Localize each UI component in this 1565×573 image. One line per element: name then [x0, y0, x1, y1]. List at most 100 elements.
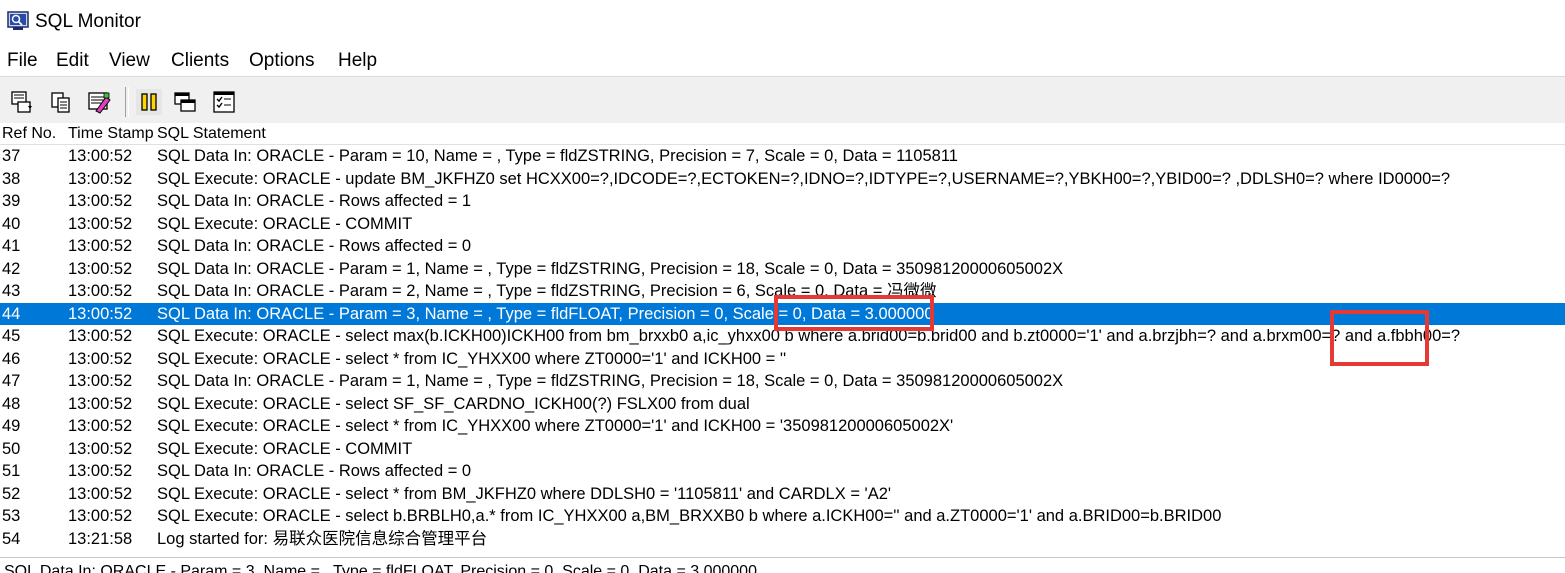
- menu-clients[interactable]: Clients: [171, 50, 229, 72]
- row-sql: SQL Data In: ORACLE - Rows affected = 0: [157, 237, 472, 255]
- row-ref: 45: [2, 327, 21, 345]
- table-row[interactable]: 50 13:00:52 SQL Execute: ORACLE - COMMIT: [0, 438, 1565, 460]
- row-sql: SQL Execute: ORACLE - select b.BRBLH0,a.…: [157, 507, 1222, 525]
- row-ref: 54: [2, 529, 21, 548]
- row-ref: 38: [2, 169, 21, 188]
- row-sql: SQL Data In: ORACLE - Param = 3, Name = …: [157, 304, 934, 323]
- row-time: 13:00:52: [68, 169, 133, 188]
- row-time: 13:00:52: [68, 237, 133, 255]
- row-time: 13:00:52: [68, 259, 133, 278]
- row-time: 13:00:52: [68, 304, 133, 323]
- table-row[interactable]: 53 13:00:52 SQL Execute: ORACLE - select b…: [0, 505, 1565, 527]
- row-time: 13:00:52: [68, 327, 133, 345]
- row-time: 13:00:52: [68, 394, 133, 413]
- table-row[interactable]: 38 13:00:52 SQL Execute: ORACLE - update B…: [0, 168, 1565, 190]
- row-time: 13:00:52: [68, 507, 133, 525]
- toolbar-separator: [125, 87, 129, 117]
- menu-edit[interactable]: Edit: [56, 50, 89, 72]
- list-header: Ref No. Time Stamp SQL Statement: [0, 123, 1565, 145]
- pause-button[interactable]: [136, 89, 162, 115]
- table-row[interactable]: 42 13:00:52 SQL Data In: ORACLE - Param = …: [0, 258, 1565, 280]
- table-row[interactable]: 41 13:00:52 SQL Data In: ORACLE - Rows aff…: [0, 235, 1565, 257]
- row-time: 13:00:52: [68, 372, 133, 390]
- column-header-time-stamp[interactable]: Time Stamp: [68, 125, 154, 143]
- column-header-sql-statement[interactable]: SQL Statement: [157, 125, 266, 143]
- row-ref: 46: [2, 349, 21, 368]
- column-header-ref-no[interactable]: Ref No.: [2, 125, 56, 143]
- row-sql: SQL Execute: ORACLE - select * from BM_J…: [157, 484, 892, 503]
- row-ref: 41: [2, 237, 21, 255]
- title-bar: SQL Monitor: [0, 0, 1565, 44]
- row-sql: SQL Execute: ORACLE - COMMIT: [157, 214, 413, 233]
- row-time: 13:00:52: [68, 462, 133, 480]
- row-ref: 47: [2, 372, 21, 390]
- row-ref: 53: [2, 507, 21, 525]
- row-sql: SQL Execute: ORACLE - select SF_SF_CARDN…: [157, 394, 750, 413]
- row-sql: SQL Data In: ORACLE - Param = 10, Name =…: [157, 147, 958, 165]
- row-ref: 40: [2, 214, 21, 233]
- menu-help[interactable]: Help: [338, 50, 377, 72]
- sql-log-list[interactable]: 37 13:00:52 SQL Data In: ORACLE - Param = …: [0, 145, 1565, 553]
- row-sql: SQL Execute: ORACLE - update BM_JKFHZ0 s…: [157, 169, 1451, 188]
- row-time: 13:21:58: [68, 529, 133, 548]
- table-row[interactable]: 52 13:00:52 SQL Execute: ORACLE - select *…: [0, 483, 1565, 505]
- trace-options-icon: [213, 91, 235, 113]
- table-row[interactable]: 39 13:00:52 SQL Data In: ORACLE - Rows aff…: [0, 190, 1565, 212]
- row-time: 13:00:52: [68, 214, 133, 233]
- table-row[interactable]: 48 13:00:52 SQL Execute: ORACLE - select S…: [0, 393, 1565, 415]
- row-sql: SQL Data In: ORACLE - Param = 2, Name = …: [157, 282, 937, 300]
- save-log-button[interactable]: [9, 89, 35, 115]
- row-sql: SQL Data In: ORACLE - Param = 1, Name = …: [157, 372, 1064, 390]
- row-ref: 50: [2, 439, 21, 458]
- table-row[interactable]: 49 13:00:52 SQL Execute: ORACLE - select *…: [0, 415, 1565, 437]
- table-row-selected[interactable]: 44 13:00:52 SQL Data In: ORACLE - Param = …: [0, 302, 1565, 325]
- row-sql: Log started for: 易联众医院信息综合管理平台: [157, 529, 488, 548]
- row-time: 13:00:52: [68, 147, 133, 165]
- table-row[interactable]: 45 13:00:52 SQL Execute: ORACLE - select m…: [0, 325, 1565, 347]
- table-row[interactable]: 54 13:21:58 Log started for: 易联众医院信息综合管理平台: [0, 528, 1565, 550]
- row-ref: 48: [2, 394, 21, 413]
- row-ref: 39: [2, 192, 21, 210]
- clear-icon: [88, 92, 111, 114]
- status-bar: SQL Data In: ORACLE - Param = 3, Name = …: [0, 558, 1565, 573]
- save-log-icon: [11, 91, 32, 113]
- menu-view[interactable]: View: [109, 50, 150, 72]
- stay-on-top-icon: [174, 92, 196, 112]
- row-time: 13:00:52: [68, 282, 133, 300]
- row-sql: SQL Execute: ORACLE - select max(b.ICKH0…: [157, 327, 1461, 345]
- row-time: 13:00:52: [68, 417, 133, 435]
- menu-file[interactable]: File: [7, 50, 38, 72]
- row-sql: SQL Execute: ORACLE - select * from IC_Y…: [157, 349, 787, 368]
- window-title: SQL Monitor: [35, 11, 141, 32]
- menu-options[interactable]: Options: [249, 50, 314, 72]
- row-ref: 51: [2, 462, 21, 480]
- table-row[interactable]: 43 13:00:52 SQL Data In: ORACLE - Param = …: [0, 280, 1565, 302]
- row-ref: 49: [2, 417, 21, 435]
- table-row[interactable]: 51 13:00:52 SQL Data In: ORACLE - Rows aff…: [0, 460, 1565, 482]
- clear-button[interactable]: [86, 89, 112, 115]
- table-row[interactable]: 47 13:00:52 SQL Data In: ORACLE - Param = …: [0, 370, 1565, 392]
- row-time: 13:00:52: [68, 484, 133, 503]
- row-ref: 37: [2, 147, 21, 165]
- row-sql: SQL Data In: ORACLE - Rows affected = 1: [157, 192, 472, 210]
- table-row[interactable]: 46 13:00:52 SQL Execute: ORACLE - select *…: [0, 348, 1565, 370]
- stay-on-top-button[interactable]: [172, 89, 198, 115]
- copy-button[interactable]: [48, 89, 74, 115]
- row-time: 13:00:52: [68, 349, 133, 368]
- row-ref: 43: [2, 282, 21, 300]
- copy-icon: [51, 92, 70, 113]
- table-row[interactable]: 40 13:00:52 SQL Execute: ORACLE - COMMIT: [0, 213, 1565, 235]
- menu-bar: File Edit View Clients Options Help: [0, 46, 1565, 76]
- row-sql: SQL Data In: ORACLE - Param = 1, Name = …: [157, 259, 1064, 278]
- trace-options-button[interactable]: [211, 89, 237, 115]
- row-sql: SQL Execute: ORACLE - COMMIT: [157, 439, 413, 458]
- row-sql: SQL Data In: ORACLE - Rows affected = 0: [157, 462, 472, 480]
- row-ref: 44: [2, 304, 21, 323]
- table-row[interactable]: 37 13:00:52 SQL Data In: ORACLE - Param = …: [0, 145, 1565, 167]
- row-ref: 52: [2, 484, 21, 503]
- toolbar: [0, 76, 1565, 123]
- row-time: 13:00:52: [68, 439, 133, 458]
- pause-icon: [141, 93, 157, 111]
- row-sql: SQL Execute: ORACLE - select * from IC_Y…: [157, 417, 954, 435]
- row-ref: 42: [2, 259, 21, 278]
